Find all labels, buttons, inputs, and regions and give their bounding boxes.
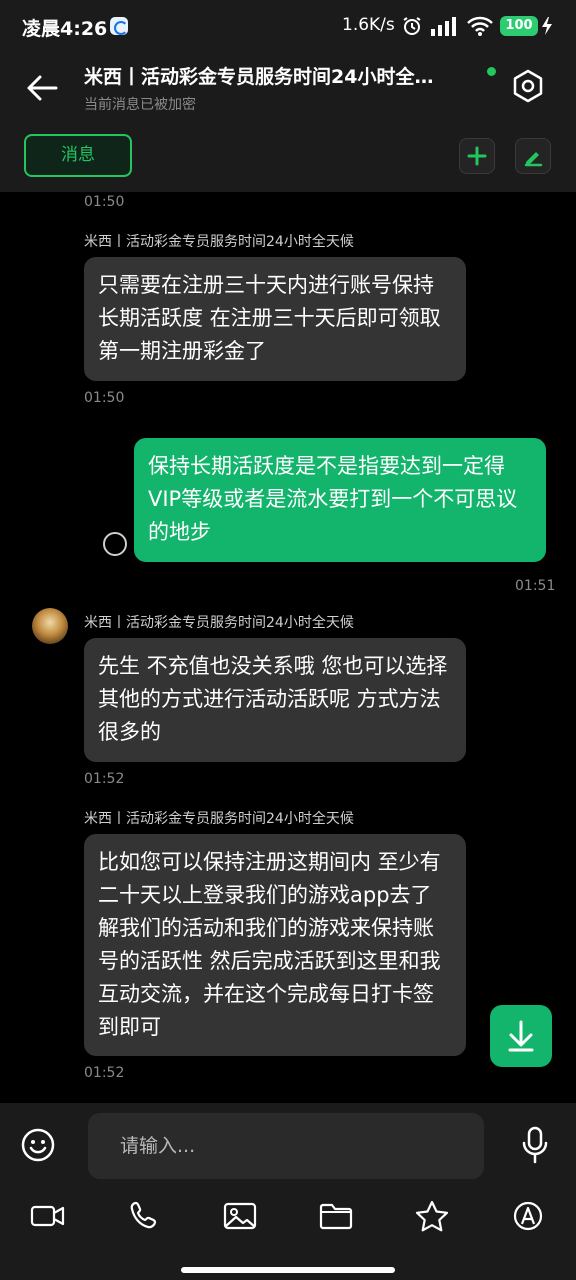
tab-messages[interactable]: 消息 xyxy=(24,134,132,177)
status-time: 凌晨4:26 xyxy=(22,18,108,40)
download-icon[interactable] xyxy=(490,1005,552,1067)
at-icon[interactable] xyxy=(510,1200,546,1232)
mic-icon[interactable] xyxy=(520,1125,550,1165)
sender-name: 米西丨活动彩金专员服务时间24小时全天候 xyxy=(84,615,354,631)
signal-icon xyxy=(430,16,458,36)
chat-header: 米西丨活动彩金专员服务时间24小时全… 当前消息已被加密 消息 xyxy=(0,54,576,192)
alarm-icon xyxy=(402,16,422,36)
incoming-message-bubble[interactable]: 比如您可以保持注册这期间内 至少有二十天以上登录我们的游戏app去了解我们的活动… xyxy=(84,834,466,1056)
video-icon[interactable] xyxy=(30,1200,66,1232)
phone-icon[interactable] xyxy=(127,1200,163,1232)
encryption-notice: 当前消息已被加密 xyxy=(84,97,196,113)
plus-icon[interactable] xyxy=(459,138,495,174)
status-bar: 凌晨4:26 1.6K/s 100 xyxy=(0,0,576,54)
battery-indicator: 100 xyxy=(500,16,538,36)
sender-name: 米西丨活动彩金专员服务时间24小时全天候 xyxy=(84,811,354,827)
incoming-message-bubble[interactable]: 只需要在注册三十天内进行账号保持长期活跃度 在注册三十天后即可领取第一期注册彩金… xyxy=(84,257,466,381)
avatar[interactable] xyxy=(32,608,68,644)
star-icon[interactable] xyxy=(414,1200,450,1232)
back-arrow-icon[interactable] xyxy=(22,68,62,108)
composer-bar xyxy=(0,1103,576,1280)
chat-title[interactable]: 米西丨活动彩金专员服务时间24小时全… xyxy=(84,62,474,89)
settings-icon[interactable] xyxy=(508,66,548,106)
image-icon[interactable] xyxy=(222,1200,258,1232)
message-input[interactable] xyxy=(88,1113,484,1179)
message-time: 01:51 xyxy=(515,578,556,594)
home-indicator[interactable] xyxy=(181,1267,395,1273)
wifi-icon xyxy=(466,15,494,37)
incoming-message-bubble[interactable]: 先生 不充值也没关系哦 您也可以选择其他的方式进行活动活跃呢 方式方法很多的 xyxy=(84,638,466,762)
edit-icon[interactable] xyxy=(515,138,551,174)
app-notification-icon xyxy=(110,17,128,35)
sender-name: 米西丨活动彩金专员服务时间24小时全天候 xyxy=(84,234,354,250)
outgoing-message-bubble[interactable]: 保持长期活跃度是不是指要达到一定得VIP等级或者是流水要打到一个不可思议的地步 xyxy=(134,438,546,562)
charging-icon xyxy=(540,16,554,36)
emoji-icon[interactable] xyxy=(20,1127,56,1163)
message-time: 01:52 xyxy=(84,1065,125,1081)
message-time: 01:52 xyxy=(84,771,125,787)
network-speed: 1.6K/s xyxy=(342,15,395,35)
online-status-dot xyxy=(487,67,496,76)
message-time: 01:50 xyxy=(84,194,125,210)
message-status-icon xyxy=(103,532,127,556)
folder-icon[interactable] xyxy=(318,1200,354,1232)
message-time: 01:50 xyxy=(84,390,125,406)
